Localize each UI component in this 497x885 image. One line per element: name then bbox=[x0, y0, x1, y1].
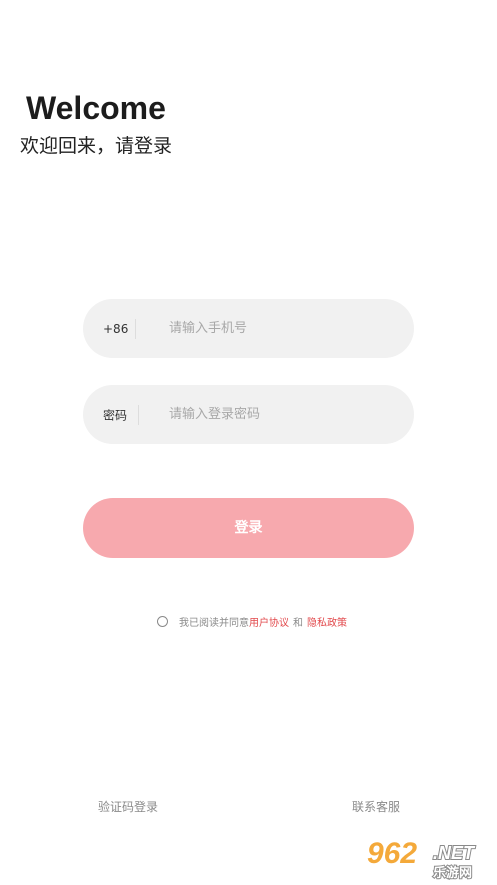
agreement-radio[interactable] bbox=[157, 615, 168, 627]
user-agreement-link[interactable]: 用户协议 bbox=[249, 614, 289, 629]
field-divider bbox=[138, 405, 139, 425]
customer-service-link[interactable]: 联系客服 bbox=[352, 798, 400, 815]
password-input[interactable] bbox=[169, 385, 399, 444]
phone-input[interactable] bbox=[169, 299, 399, 358]
welcome-title: Welcome bbox=[26, 90, 166, 126]
welcome-subtitle: 欢迎回来，请登录 bbox=[20, 135, 173, 157]
watermark-domain: .NET bbox=[433, 843, 476, 863]
watermark-logo: 962 .NET 乐游网 bbox=[366, 836, 477, 881]
login-button[interactable]: 登录 bbox=[83, 498, 414, 558]
phone-field[interactable]: +86 bbox=[83, 299, 414, 358]
country-code[interactable]: +86 bbox=[103, 322, 128, 336]
password-field[interactable]: 密码 bbox=[83, 385, 414, 444]
code-login-link[interactable]: 验证码登录 bbox=[98, 798, 158, 815]
watermark-number: 962 bbox=[367, 837, 417, 870]
password-label: 密码 bbox=[103, 408, 128, 422]
field-divider bbox=[135, 319, 136, 339]
agreement-row: 我已阅读并同意 用户协议 和 隐私政策 bbox=[157, 614, 347, 629]
watermark-subtitle: 乐游网 bbox=[433, 865, 472, 881]
agreement-and: 和 bbox=[293, 617, 303, 629]
agreement-text: 我已阅读并同意 bbox=[179, 617, 249, 629]
privacy-policy-link[interactable]: 隐私政策 bbox=[307, 614, 347, 629]
